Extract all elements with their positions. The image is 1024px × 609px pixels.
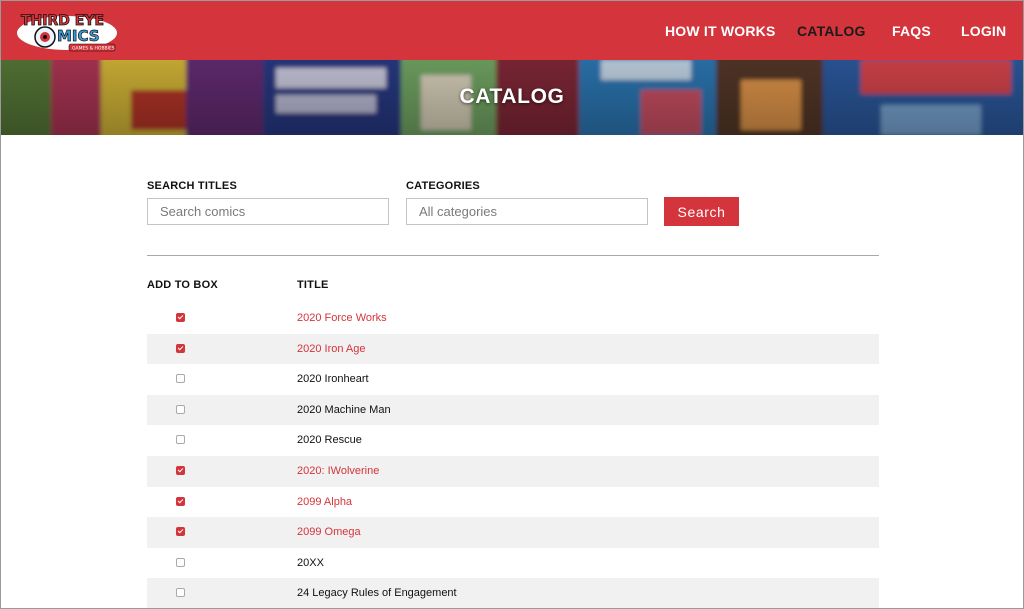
catalog-list: 2020 Force Works 2020 Iron Age 2020 Ironhe…: [147, 303, 879, 608]
table-row: 2099 Alpha: [147, 487, 879, 518]
search-button[interactable]: Search: [664, 197, 739, 226]
table-row: 2099 Omega: [147, 517, 879, 548]
add-to-box-checkbox[interactable]: [176, 496, 185, 506]
table-row: 20XX: [147, 548, 879, 579]
add-to-box-checkbox[interactable]: [176, 588, 185, 598]
table-row: 2020 Force Works: [147, 303, 879, 334]
table-row: 2020 Iron Age: [147, 333, 879, 365]
page-title: CATALOG: [459, 85, 565, 108]
table-row: 2020 Rescue: [147, 425, 879, 456]
add-to-box-checkbox[interactable]: [176, 374, 185, 384]
comic-title: 2020 Machine Man: [297, 403, 391, 416]
nav-how-it-works[interactable]: HOW IT WORKS: [665, 23, 776, 39]
table-row: 2020: IWolverine: [147, 455, 879, 487]
add-to-box-checkbox[interactable]: [176, 527, 185, 537]
comic-title[interactable]: 2099 Omega: [297, 526, 361, 538]
add-to-box-checkbox[interactable]: [176, 435, 185, 445]
categories-label: CATEGORIES: [406, 180, 480, 192]
comic-title[interactable]: 2099 Alpha: [297, 496, 352, 508]
table-row: 24 Legacy Rules of Engagement: [147, 578, 879, 608]
add-to-box-checkbox[interactable]: [176, 557, 185, 567]
comic-title: 24 Legacy Rules of Engagement: [297, 587, 457, 600]
comic-title: 2020 Ironheart: [297, 373, 369, 386]
table-row: 2020 Machine Man: [147, 394, 879, 426]
table-row: 2020 Ironheart: [147, 364, 879, 395]
categories-input[interactable]: [406, 198, 648, 225]
comic-title: 20XX: [297, 556, 324, 569]
title-header: TITLE: [297, 279, 329, 291]
comic-title[interactable]: 2020: IWolverine: [297, 465, 379, 477]
site-header: THIRD EYE MICS GAMES & HOBBIES HOW IT WO…: [1, 1, 1023, 60]
comic-title: 2020 Rescue: [297, 434, 362, 447]
add-to-box-checkbox[interactable]: [176, 313, 185, 322]
nav-catalog[interactable]: CATALOG: [797, 23, 866, 39]
comic-title[interactable]: 2020 Iron Age: [297, 343, 366, 355]
add-to-box-checkbox[interactable]: [176, 465, 185, 475]
add-to-box-header: ADD TO BOX: [147, 279, 218, 291]
catalog-banner: CATALOG: [1, 60, 1023, 135]
add-to-box-checkbox[interactable]: [176, 404, 185, 414]
nav-login[interactable]: LOGIN: [961, 23, 1006, 39]
search-titles-label: SEARCH TITLES: [147, 180, 237, 192]
divider: [147, 255, 879, 256]
main-nav: HOW IT WORKS CATALOG FAQS LOGIN: [1, 1, 1023, 60]
comic-title[interactable]: 2020 Force Works: [297, 312, 387, 324]
page-frame: THIRD EYE MICS GAMES & HOBBIES HOW IT WO…: [0, 0, 1024, 609]
add-to-box-checkbox[interactable]: [176, 343, 185, 353]
nav-faqs[interactable]: FAQS: [892, 23, 931, 39]
search-titles-input[interactable]: [147, 198, 389, 225]
